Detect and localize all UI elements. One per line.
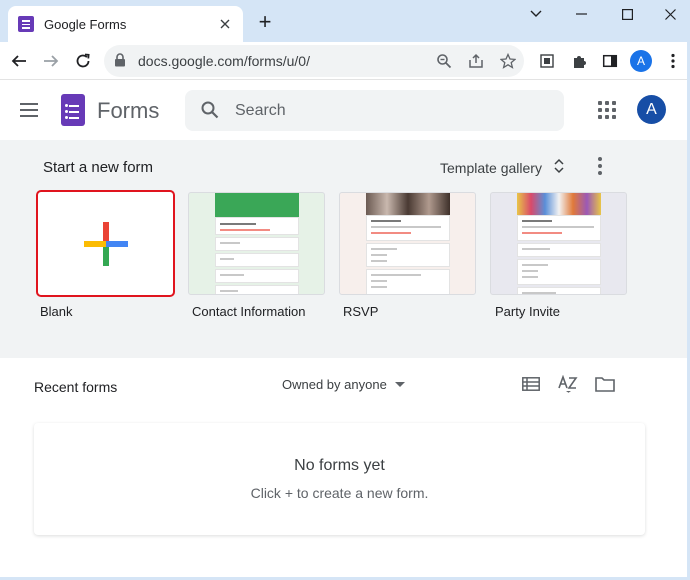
share-icon[interactable] [466,51,486,71]
template-preview-card [517,259,601,285]
forms-favicon-icon [18,16,34,32]
template-blank[interactable] [36,190,175,297]
template-preview-card [215,269,299,283]
folder-icon[interactable] [594,373,616,395]
forms-logo-icon[interactable] [61,94,85,126]
template-label-party-invite[interactable]: Party Invite [495,304,560,319]
empty-state-card: No forms yet Click + to create a new for… [34,423,645,535]
template-preview-card [366,269,450,294]
extensions-puzzle-icon[interactable] [567,49,591,73]
main-menu-icon[interactable] [18,100,40,120]
template-header-image [366,193,450,215]
list-view-icon[interactable] [520,373,542,395]
google-apps-icon[interactable] [598,101,616,119]
sort-az-icon[interactable] [557,373,579,395]
app-header: Forms A [0,80,690,140]
template-preview-card [215,285,299,294]
unfold-more-icon [554,158,564,177]
browser-tab[interactable]: Google Forms [8,6,243,42]
plus-icon [84,222,128,266]
address-bar[interactable]: docs.google.com/forms/u/0/ [104,45,524,77]
template-preview-card [517,243,601,257]
template-preview-card [366,215,450,241]
minimize-window-icon[interactable] [567,4,595,24]
tab-search-chevron-icon[interactable] [522,4,550,24]
template-gallery-label: Template gallery [440,159,542,176]
browser-menu-icon[interactable] [661,49,685,73]
url-text[interactable]: docs.google.com/forms/u/0/ [138,53,310,69]
search-bar[interactable] [185,90,564,131]
browser-toolbar: docs.google.com/forms/u/0/ [0,42,690,80]
maximize-window-icon[interactable] [613,4,641,24]
browser-profile-avatar[interactable]: A [630,50,652,72]
tab-title: Google Forms [44,16,127,32]
empty-state-title: No forms yet [294,457,385,474]
dropdown-caret-icon [394,382,405,387]
forward-arrow-icon[interactable] [39,49,63,73]
lock-icon[interactable] [114,53,126,72]
owner-filter-dropdown[interactable]: Owned by anyone [282,377,405,392]
tab-capture-icon[interactable] [535,49,559,73]
app-title[interactable]: Forms [97,98,159,124]
back-arrow-icon[interactable] [7,49,31,73]
section-title: Start a new form [43,159,154,176]
search-icon[interactable] [200,100,220,125]
account-avatar[interactable]: A [637,95,666,124]
more-options-icon[interactable] [596,157,604,175]
template-preview-card [215,217,299,235]
template-party-invite[interactable] [490,192,627,295]
reload-icon[interactable] [71,49,95,73]
template-preview-card [215,253,299,267]
empty-state-subtitle: Click + to create a new form. [250,485,429,501]
search-input[interactable] [235,100,535,122]
template-header-image [517,193,601,215]
template-label-blank[interactable]: Blank [40,304,73,319]
template-header-image [215,193,299,219]
close-window-icon[interactable] [656,4,684,24]
side-panel-icon[interactable] [598,49,622,73]
template-label-contact-information[interactable]: Contact Information [192,304,305,319]
zoom-search-icon[interactable] [434,51,454,71]
recent-forms-title: Recent forms [34,379,118,395]
template-preview-card [366,243,450,267]
template-gallery-button[interactable]: Template gallery [440,158,564,177]
owner-filter-label: Owned by anyone [282,377,387,392]
new-form-section: Start a new form Template gallery Blank [0,140,690,358]
template-preview-card [517,215,601,241]
template-contact-information[interactable] [188,192,325,295]
close-tab-icon[interactable] [217,16,233,32]
template-preview-card [215,237,299,251]
bookmark-star-icon[interactable] [498,51,518,71]
template-preview-card [517,287,601,294]
template-label-rsvp[interactable]: RSVP [343,304,378,319]
new-tab-button[interactable]: + [255,11,275,33]
browser-tab-strip: Google Forms + [0,0,690,42]
template-rsvp[interactable] [339,192,476,295]
